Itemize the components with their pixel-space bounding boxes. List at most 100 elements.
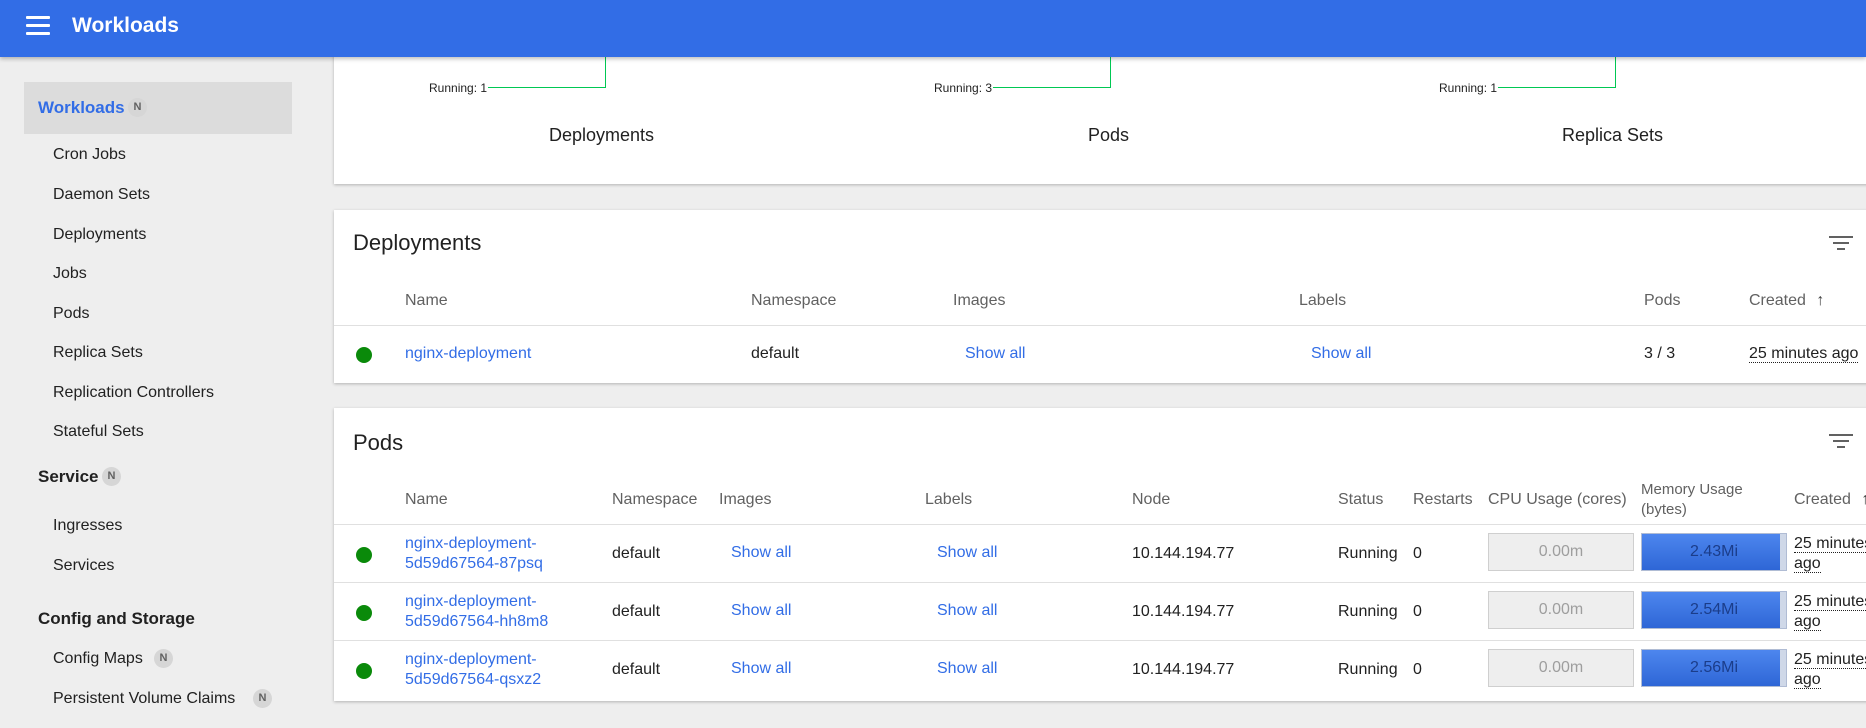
sort-ascending-icon: ↑ — [1861, 491, 1866, 508]
memory-usage-sparkline: 2.56Mi — [1641, 649, 1787, 687]
pod-name-link[interactable]: nginx-deployment- — [405, 651, 537, 669]
pod-name-link[interactable]: nginx-deployment- — [405, 593, 537, 611]
column-header-node[interactable]: Node — [1132, 491, 1170, 509]
sidebar: Workloads N Cron Jobs Daemon Sets Deploy… — [0, 57, 316, 728]
namespace-value: default — [612, 603, 661, 620]
memory-usage-sparkline: 2.54Mi — [1641, 591, 1787, 629]
show-all-images-link[interactable]: Show all — [731, 602, 791, 620]
sort-ascending-icon: ↑ — [1816, 292, 1825, 309]
sidebar-item-ingresses[interactable]: Ingresses — [53, 517, 122, 535]
status-deployments-label: Deployments — [549, 125, 655, 145]
status-ok-icon — [356, 663, 372, 679]
sidebar-section-label: Config and Storage — [38, 609, 195, 628]
top-app-bar: Workloads — [0, 0, 1866, 57]
status-replica-sets-label: Replica Sets — [1562, 125, 1664, 145]
show-all-labels-link[interactable]: Show all — [937, 660, 997, 678]
column-header-created[interactable]: Created ↑ — [1749, 292, 1824, 310]
deployments-card: Deployments Name Namespace Images Labels… — [334, 210, 1866, 383]
pods-card-title: Pods — [353, 430, 404, 455]
cpu-usage-sparkline: 0.00m — [1488, 591, 1634, 629]
chart-leader-line — [993, 87, 1111, 88]
status-value: Running — [1338, 661, 1398, 678]
memory-usage-sparkline: 2.43Mi — [1641, 533, 1787, 571]
column-header-labels: Labels — [1299, 292, 1347, 309]
sidebar-item-daemon-sets[interactable]: Daemon Sets — [53, 186, 150, 204]
created-time-value: ago — [1794, 671, 1821, 689]
status-pods-label: Pods — [1088, 125, 1130, 145]
show-all-labels-link[interactable]: Show all — [937, 602, 997, 620]
sidebar-section-workloads[interactable]: Workloads N — [24, 82, 292, 134]
column-header-restarts[interactable]: Restarts — [1413, 491, 1473, 509]
pod-name-link[interactable]: nginx-deployment- — [405, 535, 537, 553]
memory-usage-value: 2.56Mi — [1689, 659, 1739, 676]
column-header-name[interactable]: Name — [405, 491, 448, 509]
sidebar-item-jobs[interactable]: Jobs — [53, 265, 87, 283]
deployment-name-link[interactable]: nginx-deployment — [405, 345, 531, 363]
filter-icon[interactable] — [1829, 434, 1853, 452]
cpu-usage-sparkline: 0.00m — [1488, 649, 1634, 687]
column-header-status[interactable]: Status — [1338, 491, 1383, 509]
menu-icon[interactable] — [26, 16, 50, 36]
row-divider — [334, 640, 1866, 641]
node-value: 10.144.194.77 — [1132, 545, 1235, 562]
column-header-namespace[interactable]: Namespace — [612, 491, 697, 509]
chart-leader-line — [1615, 57, 1616, 87]
status-ok-icon — [356, 347, 372, 363]
created-time-value: 25 minutes — [1794, 593, 1866, 611]
show-all-labels-link[interactable]: Show all — [937, 544, 997, 562]
column-header-pods: Pods — [1644, 292, 1681, 309]
sidebar-item-label: Config Maps — [53, 650, 143, 667]
pods-count-value: 3 / 3 — [1644, 345, 1676, 362]
pod-name-link[interactable]: 5d59d67564-qsxz2 — [405, 671, 541, 689]
page-title: Workloads — [72, 14, 179, 37]
sidebar-item-persistent-volume-claims[interactable]: Persistent Volume Claims N — [53, 689, 272, 708]
created-time-value: ago — [1794, 613, 1821, 631]
pod-name-link[interactable]: 5d59d67564-hh8m8 — [405, 613, 548, 631]
sidebar-item-replica-sets[interactable]: Replica Sets — [53, 344, 143, 362]
restarts-value: 0 — [1413, 603, 1422, 620]
sidebar-item-label: Persistent Volume Claims — [53, 690, 236, 707]
sidebar-item-deployments[interactable]: Deployments — [53, 226, 146, 244]
sidebar-item-config-maps[interactable]: Config Maps N — [53, 649, 173, 668]
column-header-images: Images — [719, 491, 772, 508]
sidebar-section-config-storage[interactable]: Config and Storage — [24, 593, 292, 645]
column-header-name[interactable]: Name — [405, 292, 448, 310]
sidebar-item-services[interactable]: Services — [53, 557, 114, 575]
column-header-label: Created — [1794, 491, 1851, 508]
column-header-created[interactable]: Created ↑ — [1794, 491, 1866, 509]
memory-usage-value: 2.43Mi — [1689, 543, 1739, 560]
filter-icon[interactable] — [1829, 236, 1853, 254]
status-ok-icon — [356, 547, 372, 563]
created-time-value: ago — [1794, 555, 1821, 573]
namespace-value: default — [751, 345, 800, 362]
pod-name-link[interactable]: 5d59d67564-87psq — [405, 555, 543, 573]
node-value: 10.144.194.77 — [1132, 603, 1235, 620]
namespaced-badge: N — [128, 98, 147, 117]
chart-leader-line — [1110, 57, 1111, 87]
sidebar-item-replication-controllers[interactable]: Replication Controllers — [53, 384, 214, 402]
column-header-label: Created — [1749, 292, 1806, 309]
sidebar-section-label: Workloads — [38, 98, 125, 117]
sidebar-section-label: Service — [38, 467, 99, 486]
namespaced-badge: N — [102, 467, 121, 486]
show-all-labels-link[interactable]: Show all — [1311, 345, 1371, 363]
pods-card: Pods Name Namespace Images Labels Node S… — [334, 408, 1866, 701]
sidebar-section-service[interactable]: Service N — [24, 451, 292, 503]
created-time-value: 25 minutes — [1794, 535, 1866, 553]
chart-leader-line — [1498, 87, 1616, 88]
show-all-images-link[interactable]: Show all — [731, 544, 791, 562]
memory-usage-value: 2.54Mi — [1689, 601, 1739, 618]
column-header-memory-usage: Memory Usage — [1641, 481, 1743, 498]
restarts-value: 0 — [1413, 661, 1422, 678]
running-count-label: Running: 1 — [1439, 81, 1498, 95]
namespaced-badge: N — [253, 689, 272, 708]
sidebar-item-cron-jobs[interactable]: Cron Jobs — [53, 146, 126, 164]
restarts-value: 0 — [1413, 545, 1422, 562]
column-header-namespace[interactable]: Namespace — [751, 292, 836, 310]
sidebar-item-stateful-sets[interactable]: Stateful Sets — [53, 423, 144, 441]
running-count-label: Running: 3 — [934, 81, 993, 95]
show-all-images-link[interactable]: Show all — [731, 660, 791, 678]
show-all-images-link[interactable]: Show all — [965, 345, 1025, 363]
column-header-cpu-usage: CPU Usage (cores) — [1488, 491, 1627, 508]
sidebar-item-pods[interactable]: Pods — [53, 305, 89, 323]
